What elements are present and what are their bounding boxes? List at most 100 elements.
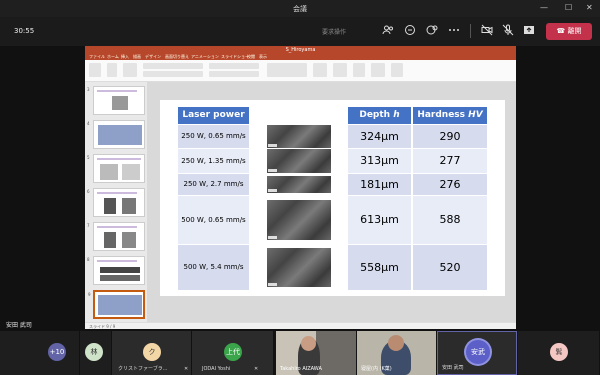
mic-off-icon: ✕	[254, 366, 259, 372]
participant-tile[interactable]: 林	[80, 331, 112, 375]
paragraph-icons[interactable]	[209, 63, 259, 69]
meeting-timer: 30:55	[14, 27, 35, 35]
slide-thumbnail[interactable]: 8	[87, 256, 145, 285]
depth-cell: 324μm	[348, 125, 411, 148]
header-text: Hardness	[417, 110, 466, 120]
depth-cell: 558μm	[348, 245, 411, 290]
slide-thumbnail[interactable]: 6	[87, 188, 145, 217]
slide-thumbnail[interactable]: 3	[87, 86, 145, 115]
depth-cell: 181μm	[348, 174, 411, 195]
participant-name: JODAI Yoshi	[202, 366, 231, 372]
header-laser-power: Laser power P	[178, 107, 249, 137]
slide-thumbnail[interactable]: 5	[87, 154, 145, 183]
leave-label: 離開	[567, 27, 582, 35]
reactions-icon[interactable]	[425, 24, 439, 38]
align-icons[interactable]	[209, 71, 259, 77]
quick-styles-icon[interactable]	[333, 63, 347, 77]
micrograph-image	[267, 176, 331, 193]
slide-thumbnail[interactable]: 4	[87, 120, 145, 149]
condition-cell: 250 W, 1.35 mm/s	[178, 149, 249, 173]
chat-icon[interactable]	[403, 24, 417, 38]
arrange-icon[interactable]	[313, 63, 327, 77]
mic-off-icon[interactable]	[501, 24, 515, 38]
slide: Laser power P Depth h Hardness HV 250 W,…	[160, 100, 505, 296]
font-box[interactable]	[143, 63, 203, 69]
new-slide-icon[interactable]	[123, 63, 137, 77]
micrograph-image	[267, 125, 331, 148]
thumb-number: 6	[87, 189, 90, 194]
participant-tile[interactable]: ク クリストファーブラ... ✕	[112, 331, 192, 375]
participant-video[interactable]: 寝屋(内 (K菓)	[357, 331, 436, 375]
overflow-tile[interactable]: +10	[0, 331, 80, 375]
thumb-number: 5	[87, 155, 90, 160]
participant-tile[interactable]: 鬂	[518, 331, 600, 375]
shared-screen: S_Hiroyama ファイル ホーム 挿入 描画 デザイン 画面切り替え アニ…	[0, 46, 600, 331]
slide-thumbnail-selected[interactable]: 9	[88, 290, 145, 319]
participant-tile-active[interactable]: 安武 安田 武司	[437, 331, 517, 375]
maximize-button[interactable]: ☐	[565, 3, 572, 12]
avatar: ク	[143, 343, 161, 361]
slide-thumbnails: 3 4 5 6 7 8 9	[85, 82, 147, 322]
phone-hangup-icon: ☎	[556, 27, 566, 35]
person-face	[388, 335, 404, 351]
hardness-cell: 277	[413, 149, 487, 173]
paste-icon[interactable]	[89, 63, 101, 77]
thumb-number: 7	[87, 223, 90, 228]
leave-button[interactable]: ☎ 離開	[546, 23, 592, 40]
micrograph-image	[267, 200, 331, 240]
slide-thumbnail[interactable]: 7	[87, 222, 145, 251]
presenter-name: 安田 武司	[6, 322, 32, 329]
hardness-cell: 290	[413, 125, 487, 148]
dictate-icon[interactable]	[391, 63, 403, 77]
ppt-ribbon	[85, 60, 516, 82]
thumb-number: 9	[88, 292, 91, 297]
hardness-cell: 276	[413, 174, 487, 195]
condition-cell: 250 W, 2.7 mm/s	[178, 174, 249, 195]
people-icon[interactable]	[381, 24, 395, 38]
hardness-cell: 520	[413, 245, 487, 290]
mic-off-icon: ✕	[184, 366, 189, 372]
avatar: 鬂	[550, 343, 568, 361]
thumb-number: 4	[87, 121, 90, 126]
scale-bar	[268, 236, 277, 239]
camera-off-icon[interactable]	[480, 24, 494, 38]
toolbar-divider	[470, 24, 471, 38]
more-icon[interactable]	[447, 24, 461, 38]
header-var: h	[393, 110, 400, 120]
scale-bar	[268, 189, 277, 192]
fill-icon[interactable]	[353, 63, 365, 77]
powerpoint-window: S_Hiroyama ファイル ホーム 挿入 描画 デザイン 画面切り替え アニ…	[85, 46, 516, 329]
shapes-gallery[interactable]	[267, 63, 307, 77]
share-icon[interactable]	[522, 24, 536, 38]
hardness-cell: 588	[413, 196, 487, 244]
font-format-icons[interactable]	[143, 71, 203, 77]
find-icon[interactable]	[371, 63, 385, 77]
depth-cell: 313μm	[348, 149, 411, 173]
header-depth: Depth h	[348, 107, 411, 124]
depth-cell: 613μm	[348, 196, 411, 244]
participant-video[interactable]: Takahiro AIZAWA	[276, 331, 356, 375]
condition-cell: 500 W, 5.4 mm/s	[178, 245, 249, 290]
video-background	[316, 331, 356, 375]
participant-name: クリストファーブラ...	[118, 366, 168, 372]
participant-name: Takahiro AIZAWA	[280, 366, 322, 372]
overflow-count[interactable]: +10	[48, 343, 66, 361]
participant-tile[interactable]: 上代 JODAI Yoshi ✕	[192, 331, 274, 375]
header-hardness: Hardness HV	[413, 107, 487, 124]
header-var: HV	[468, 110, 483, 120]
title-bar: 会議 — ☐ ✕	[0, 0, 600, 17]
request-control-button[interactable]: 要求操作	[322, 27, 346, 36]
teams-window: 会議 — ☐ ✕ 30:55 要求操作 ☎ 離開 S_Hiroyama ファイル…	[0, 0, 600, 375]
condition-cell: 250 W, 0.65 mm/s	[178, 125, 249, 148]
participant-strip: +10 林 ク クリストファーブラ... ✕ 上代 JODAI Yoshi ✕ …	[0, 331, 600, 375]
micrograph-image	[267, 149, 331, 173]
avatar: 安武	[466, 340, 490, 364]
thumb-number: 8	[87, 257, 90, 262]
cut-icon[interactable]	[107, 63, 117, 77]
participant-name: 寝屋(内 (K菓)	[361, 366, 392, 372]
minimize-button[interactable]: —	[540, 3, 548, 12]
person-face	[301, 336, 316, 351]
close-window-button[interactable]: ✕	[586, 3, 593, 12]
avatar: 上代	[224, 343, 242, 361]
ppt-title: S_Hiroyama	[85, 46, 516, 54]
